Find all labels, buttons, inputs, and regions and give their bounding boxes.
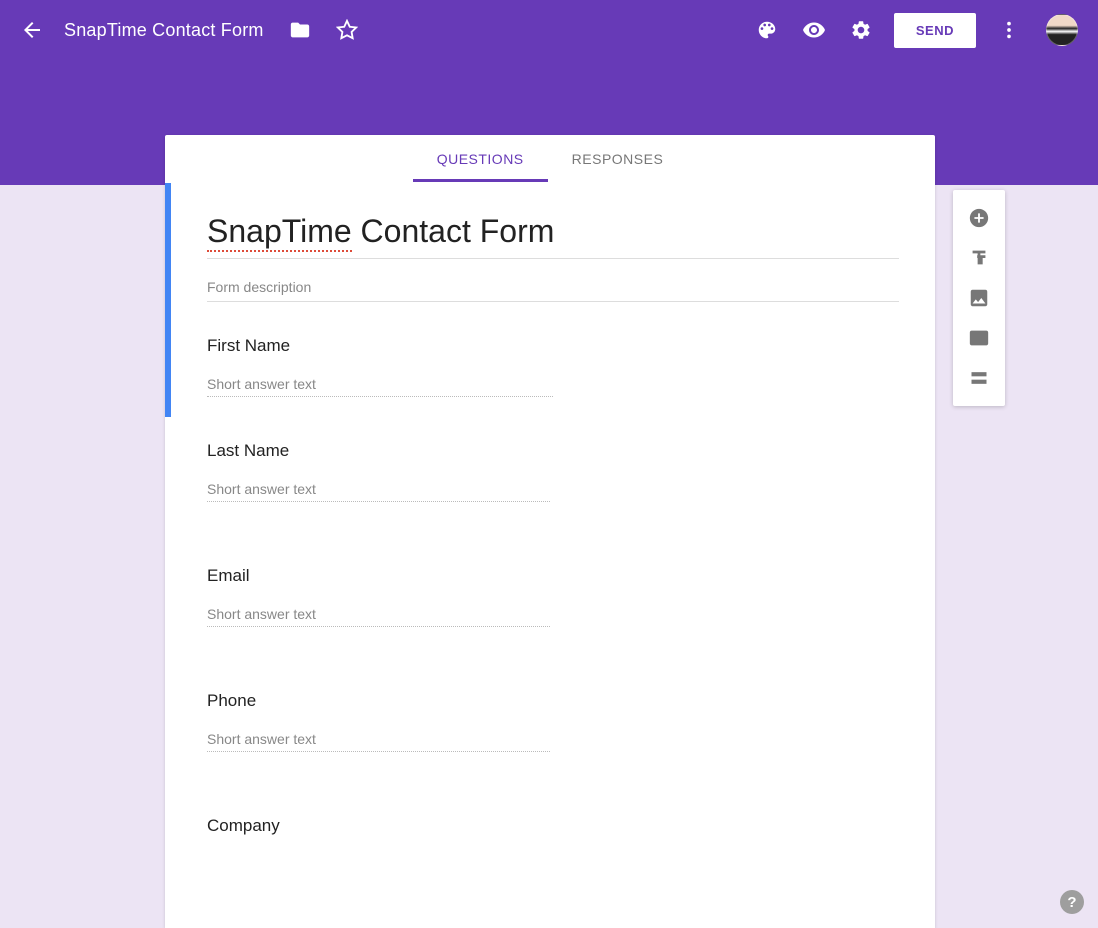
video-icon xyxy=(968,327,990,349)
question-title: Company xyxy=(207,816,893,836)
question-card[interactable]: Email Short answer text xyxy=(165,526,935,651)
question-answer-placeholder: Short answer text xyxy=(207,481,550,502)
help-button[interactable]: ? xyxy=(1060,890,1084,914)
topbar: SnapTime Contact Form SEND xyxy=(0,0,1098,60)
user-avatar[interactable] xyxy=(1046,14,1078,46)
folder-button[interactable] xyxy=(289,19,311,41)
star-outline-icon xyxy=(336,19,358,41)
form-workspace: QUESTIONS RESPONSES SnapTime Contact For… xyxy=(165,135,935,928)
question-answer-placeholder: Short answer text xyxy=(207,376,553,397)
theme-button[interactable] xyxy=(756,19,778,41)
preview-button[interactable] xyxy=(802,18,826,42)
tab-questions[interactable]: QUESTIONS xyxy=(413,135,548,182)
settings-button[interactable] xyxy=(850,19,872,41)
question-title: Email xyxy=(207,566,893,586)
question-title: First Name xyxy=(207,336,899,356)
question-card[interactable]: First Name Short answer text xyxy=(207,336,899,397)
gear-icon xyxy=(850,19,872,41)
question-answer-placeholder: Short answer text xyxy=(207,606,550,627)
add-video-button[interactable] xyxy=(959,318,999,358)
add-title-button[interactable] xyxy=(959,238,999,278)
question-card[interactable]: Phone Short answer text xyxy=(165,651,935,776)
question-title: Phone xyxy=(207,691,893,711)
section-icon xyxy=(969,368,989,388)
eye-icon xyxy=(802,18,826,42)
form-title-rest: Contact Form xyxy=(352,213,555,249)
tab-responses[interactable]: RESPONSES xyxy=(548,135,688,182)
question-card[interactable]: Last Name Short answer text xyxy=(165,417,935,526)
form-title-word1: SnapTime xyxy=(207,213,352,252)
palette-icon xyxy=(756,19,778,41)
back-button[interactable] xyxy=(20,18,44,42)
folder-icon xyxy=(289,19,311,41)
tabs: QUESTIONS RESPONSES xyxy=(165,135,935,183)
question-card[interactable]: Company xyxy=(165,776,935,836)
question-answer-placeholder: Short answer text xyxy=(207,731,550,752)
send-button[interactable]: SEND xyxy=(894,13,976,48)
form-description-input[interactable]: Form description xyxy=(207,275,899,302)
form-title-input[interactable]: SnapTime Contact Form xyxy=(207,213,899,259)
question-title: Last Name xyxy=(207,441,893,461)
add-image-button[interactable] xyxy=(959,278,999,318)
back-arrow-icon xyxy=(20,18,44,42)
image-icon xyxy=(968,287,990,309)
add-section-button[interactable] xyxy=(959,358,999,398)
more-button[interactable] xyxy=(998,19,1020,41)
text-icon xyxy=(968,247,990,269)
star-button[interactable] xyxy=(336,19,358,41)
add-circle-icon xyxy=(968,207,990,229)
document-title[interactable]: SnapTime Contact Form xyxy=(64,20,264,41)
title-card: SnapTime Contact Form Form description F… xyxy=(165,183,935,417)
add-question-button[interactable] xyxy=(959,198,999,238)
more-vert-icon xyxy=(998,19,1020,41)
side-toolbar xyxy=(953,190,1005,406)
